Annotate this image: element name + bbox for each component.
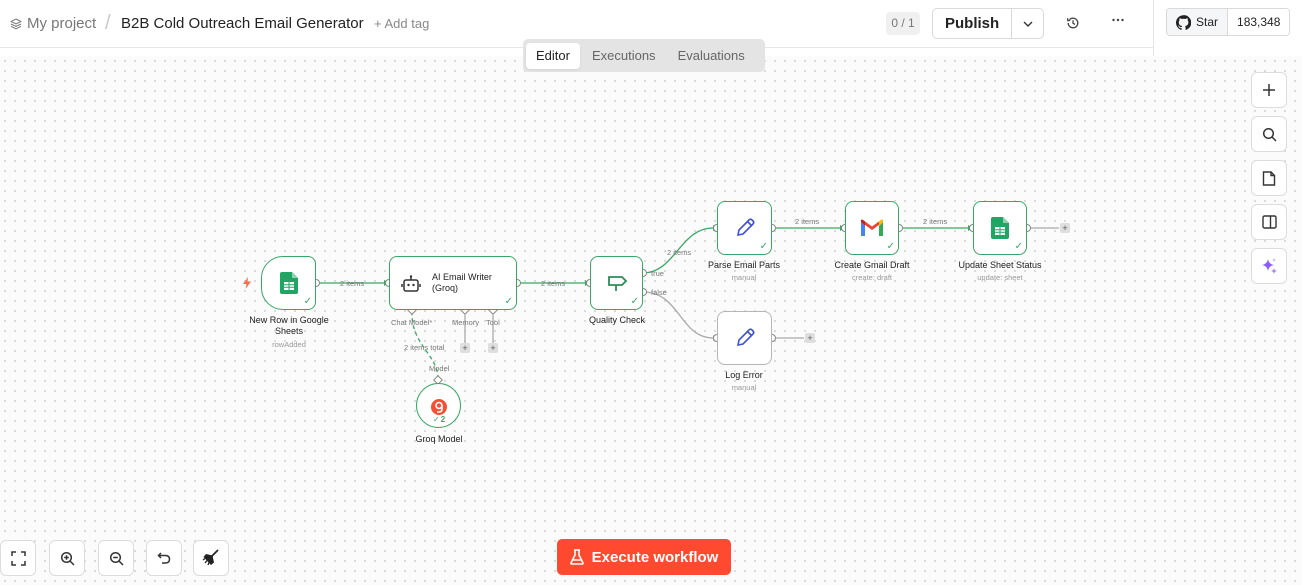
ai-assistant-button[interactable]: [1251, 248, 1287, 284]
google-sheets-icon: [279, 272, 298, 294]
node-gmail-draft-sub: create: draft: [851, 273, 893, 282]
node-groq-model-label: Groq Model: [415, 434, 463, 444]
pencil-icon: [734, 217, 756, 239]
node-quality-check[interactable]: ✓: [590, 256, 643, 310]
zoom-out-button[interactable]: [98, 540, 134, 576]
node-log-error-sub: manual: [731, 383, 757, 392]
node-sheets-trigger-label: New Row in Google Sheets: [249, 315, 329, 336]
success-check-icon: ✓: [630, 296, 639, 307]
panel-icon: [1261, 215, 1277, 229]
port-tool-label: Tool: [486, 318, 500, 327]
node-parse-email-label: Parse Email Parts: [707, 260, 781, 270]
port-model-label: Model: [429, 364, 450, 373]
execute-workflow-button[interactable]: Execute workflow: [557, 539, 731, 575]
pencil-icon: [734, 327, 756, 349]
branch-true-label: true: [651, 269, 664, 278]
success-check-icon: ✓: [433, 415, 440, 424]
edge-label-trigger-to-ai: 2 items: [340, 279, 365, 288]
node-gmail-draft-label: Create Gmail Draft: [834, 260, 910, 270]
success-check-icon: ✓: [303, 296, 312, 307]
fit-view-button[interactable]: [0, 540, 36, 576]
zoom-in-button[interactable]: [49, 540, 85, 576]
success-check-icon: ✓: [1014, 241, 1023, 252]
execute-workflow-label: Execute workflow: [591, 548, 719, 566]
sparkle-icon: [1262, 258, 1277, 274]
node-update-sheet[interactable]: ✓: [973, 201, 1027, 255]
sticky-note-button[interactable]: [1251, 160, 1287, 196]
sticky-note-icon: [1262, 170, 1276, 186]
node-parse-email-sub: manual: [731, 273, 757, 282]
success-check-icon: ✓: [759, 241, 768, 252]
search-nodes-button[interactable]: [1251, 116, 1287, 152]
node-parse-email[interactable]: ✓: [717, 201, 772, 255]
zoom-in-icon: [60, 551, 75, 566]
robot-icon: [401, 274, 421, 299]
edge-label-groq-to-ai: 2 items total: [404, 343, 445, 352]
zoom-out-icon: [109, 551, 124, 566]
edge-label-gmail-to-update: 2 items: [923, 217, 948, 226]
google-sheets-icon: [991, 217, 1009, 239]
node-log-error[interactable]: [717, 311, 772, 365]
tidy-up-button[interactable]: [193, 540, 229, 576]
groq-icon: [431, 399, 447, 415]
add-node-button[interactable]: [1251, 72, 1287, 108]
edge-label-parse-to-gmail: 2 items: [795, 217, 820, 226]
node-quality-check-label: Quality Check: [588, 315, 646, 325]
gmail-icon: [860, 219, 884, 237]
trigger-bolt-icon: [243, 277, 251, 289]
node-gmail-draft[interactable]: ✓: [845, 201, 899, 255]
node-log-error-label: Log Error: [725, 370, 763, 380]
undo-button[interactable]: [146, 540, 182, 576]
node-update-sheet-label: Update Sheet Status: [958, 260, 1042, 270]
success-check-icon: ✓: [504, 296, 513, 307]
run-count-badge: ✓ 2: [433, 415, 445, 424]
search-icon: [1262, 127, 1277, 142]
plus-icon: [1263, 84, 1275, 96]
node-sheets-trigger-sub: rowAdded: [272, 340, 306, 349]
port-memory-label: Memory: [452, 318, 480, 327]
port-chat-model-label: Chat Model*: [391, 318, 433, 327]
node-ai-email-writer-label: AI Email Writer (Groq): [432, 272, 492, 293]
add-memory-button[interactable]: +: [460, 343, 470, 353]
edge-label-quality-to-parse: 2 items: [667, 248, 692, 257]
run-count: 2: [440, 415, 446, 424]
node-update-sheet-sub: update: sheet: [977, 273, 1023, 282]
edge-label-ai-to-quality: 2 items: [541, 279, 566, 288]
undo-icon: [157, 552, 171, 564]
node-ai-email-writer[interactable]: AI Email Writer (Groq) ✓: [389, 256, 517, 310]
success-check-icon: ✓: [886, 241, 895, 252]
broom-icon: [202, 549, 219, 566]
flask-icon: [569, 549, 584, 565]
node-groq-model[interactable]: ✓ 2: [416, 383, 461, 428]
if-branch-icon: [606, 273, 628, 293]
add-node-after-update-button[interactable]: +: [1060, 223, 1070, 233]
fullscreen-icon: [10, 550, 26, 566]
add-node-after-log-button[interactable]: +: [805, 333, 815, 343]
toggle-panel-button[interactable]: [1251, 204, 1287, 240]
branch-false-label: false: [651, 288, 667, 297]
node-sheets-trigger[interactable]: ✓: [261, 256, 316, 310]
add-tool-button[interactable]: +: [488, 343, 498, 353]
